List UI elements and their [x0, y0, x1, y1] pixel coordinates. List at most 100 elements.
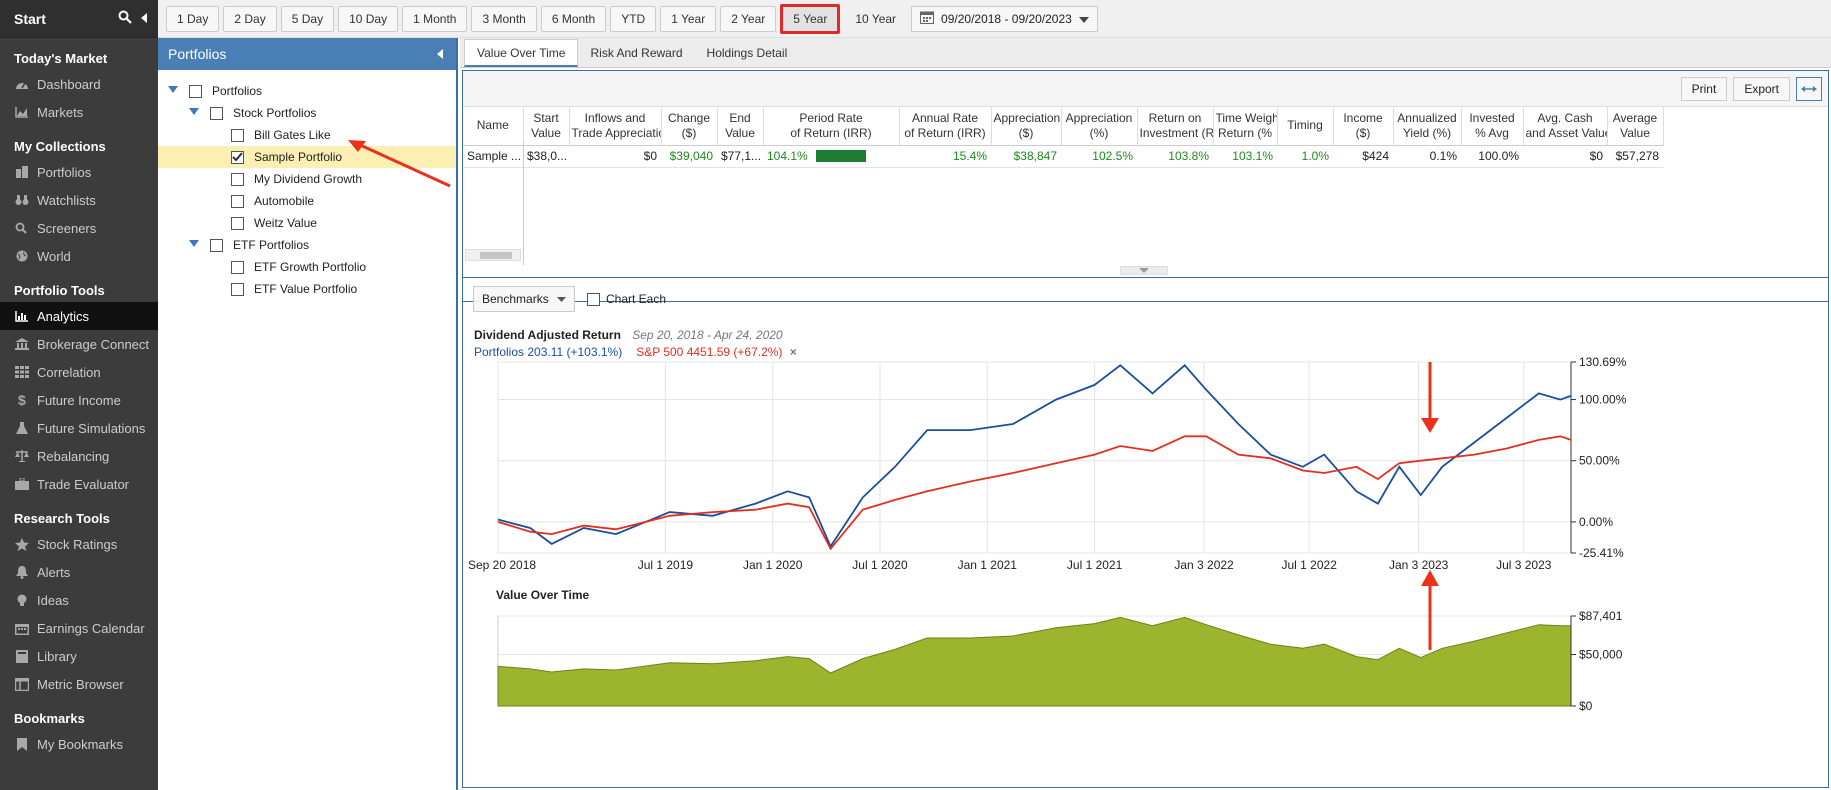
table-cell: $38,847: [991, 145, 1061, 168]
nav-item-portfolios[interactable]: Portfolios: [0, 158, 158, 186]
nav-item-ideas[interactable]: Ideas: [0, 586, 158, 614]
column-header[interactable]: Avg. Cash and Asset Value: [1523, 107, 1608, 146]
tree-item-weitz-value[interactable]: Weitz Value: [158, 212, 456, 234]
nav-item-world[interactable]: World: [0, 242, 158, 270]
column-header[interactable]: Appreciation (%): [1061, 107, 1138, 146]
tree-item-stock-portfolios[interactable]: Stock Portfolios: [158, 102, 456, 124]
y-tick-label: 130.69%: [1579, 355, 1627, 369]
column-header-line: Yield (%): [1402, 125, 1452, 140]
export-button[interactable]: Export: [1733, 76, 1790, 101]
nav-item-library[interactable]: Library: [0, 642, 158, 670]
nav-item-future-simulations[interactable]: Future Simulations: [0, 414, 158, 442]
range-button-1-year[interactable]: 1 Year: [660, 5, 717, 32]
tab-holdings-detail[interactable]: Holdings Detail: [695, 39, 800, 67]
column-header[interactable]: Average Value: [1607, 107, 1664, 146]
range-button-10-year[interactable]: 10 Year: [844, 6, 907, 32]
nav-item-earnings-calendar[interactable]: Earnings Calendar: [0, 614, 158, 642]
column-header[interactable]: Annual Rate of Return (IRR): [899, 107, 992, 146]
table-cell: 104.1%: [763, 145, 899, 168]
tree-checkbox[interactable]: [210, 238, 223, 252]
collapse-left-icon[interactable]: [140, 12, 148, 26]
column-header[interactable]: Invested% Avg: [1461, 107, 1524, 146]
tree-item-etf-growth-portfolio[interactable]: ETF Growth Portfolio: [158, 256, 456, 278]
column-header-line: Start: [533, 110, 559, 125]
buildings-icon: [14, 165, 30, 179]
range-button-10-day[interactable]: 10 Day: [338, 5, 399, 32]
tree-checkbox[interactable]: [231, 128, 244, 142]
nav-item-alerts[interactable]: Alerts: [0, 558, 158, 586]
expand-triangle-icon[interactable]: [189, 108, 199, 118]
x-tick-label: Jul 1 2022: [1281, 558, 1337, 572]
nav-item-metric-browser[interactable]: Metric Browser: [0, 670, 158, 698]
column-header-line: Avg. Cash: [1537, 110, 1593, 125]
tree-item-portfolios[interactable]: Portfolios: [158, 80, 456, 102]
tree-checkbox[interactable]: [231, 172, 244, 186]
print-button[interactable]: Print: [1680, 76, 1728, 101]
tab-value-over-time[interactable]: Value Over Time: [464, 39, 579, 67]
column-header[interactable]: Timing: [1277, 107, 1334, 146]
nav-item-my-bookmarks[interactable]: My Bookmarks: [0, 730, 158, 758]
collapse-panel-icon[interactable]: [436, 46, 444, 62]
tree-checkbox[interactable]: [231, 150, 244, 164]
nav-item-trade-evaluator[interactable]: Trade Evaluator: [0, 470, 158, 498]
nav-item-brokerage-connect[interactable]: Brokerage Connect: [0, 330, 158, 358]
nav-item-stock-ratings[interactable]: Stock Ratings: [0, 530, 158, 558]
tree-checkbox[interactable]: [189, 84, 202, 98]
tree-item-label: Portfolios: [212, 84, 263, 98]
column-header[interactable]: Inflows andTrade Appreciation: [569, 107, 662, 146]
table-row[interactable]: Sample ... $38,0... $0 $39,040 $77,1... 104.1…: [463, 145, 1663, 168]
x-tick-label: Jul 1 2020: [852, 558, 908, 572]
search-icon[interactable]: [118, 10, 132, 27]
range-button-5-day[interactable]: 5 Day: [280, 5, 335, 32]
nav-item-watchlists[interactable]: Watchlists: [0, 186, 158, 214]
range-button-1-day[interactable]: 1 Day: [166, 5, 220, 32]
tree-checkbox[interactable]: [210, 106, 223, 120]
range-button-ytd[interactable]: YTD: [610, 5, 657, 32]
column-header[interactable]: Time Weigh Return (%: [1213, 107, 1278, 146]
nav-item-dashboard[interactable]: Dashboard: [0, 70, 158, 98]
bar-chart-icon: [14, 309, 30, 323]
tree-checkbox[interactable]: [231, 260, 244, 274]
tree-checkbox[interactable]: [231, 282, 244, 296]
column-header[interactable]: Change ($): [661, 107, 718, 146]
start-label[interactable]: Start: [14, 11, 118, 27]
value-y-tick-label: $0: [1579, 699, 1593, 712]
nav-item-future-income[interactable]: $ Future Income: [0, 386, 158, 414]
nav-item-analytics[interactable]: Analytics: [0, 302, 158, 330]
nav-item-markets[interactable]: Markets: [0, 98, 158, 126]
column-header[interactable]: Period Rate of Return (IRR): [763, 107, 900, 146]
column-header[interactable]: Income ($): [1333, 107, 1394, 146]
column-header[interactable]: Return on Investment (R: [1137, 107, 1214, 146]
column-header[interactable]: Name: [463, 107, 524, 146]
nav-item-screeners[interactable]: Screeners: [0, 214, 158, 242]
nav-item-rebalancing[interactable]: Rebalancing: [0, 442, 158, 470]
column-header[interactable]: Annualized Yield (%): [1393, 107, 1462, 146]
range-button-3-month[interactable]: 3 Month: [471, 5, 537, 32]
nav-item-correlation[interactable]: Correlation: [0, 358, 158, 386]
range-button-6-month[interactable]: 6 Month: [540, 5, 607, 32]
tree-item-etf-value-portfolio[interactable]: ETF Value Portfolio: [158, 278, 456, 300]
tree-item-label: ETF Growth Portfolio: [254, 260, 367, 274]
table-cell: $38,0...: [523, 145, 569, 168]
range-button-2-day[interactable]: 2 Day: [223, 5, 277, 32]
expand-triangle-icon[interactable]: [189, 240, 199, 250]
column-header-line: Income: [1343, 110, 1383, 125]
column-header[interactable]: Appreciation ($): [991, 107, 1062, 146]
tree-checkbox[interactable]: [231, 194, 244, 208]
nav-item-label: Watchlists: [37, 192, 96, 208]
column-header[interactable]: Start Value: [523, 107, 570, 146]
tree-checkbox[interactable]: [231, 216, 244, 230]
value-y-tick-label: $50,000: [1579, 648, 1623, 662]
column-header-line: Return on: [1148, 110, 1202, 125]
splitter-handle[interactable]: [1120, 266, 1168, 275]
date-range-picker[interactable]: 09/20/2018 - 09/20/2023: [911, 5, 1098, 32]
horizontal-scrollbar[interactable]: [465, 249, 521, 261]
expand-width-icon[interactable]: [1796, 76, 1822, 101]
range-button-1-month[interactable]: 1 Month: [402, 5, 468, 32]
range-button-5-year[interactable]: 5 Year: [780, 3, 841, 34]
expand-triangle-icon[interactable]: [168, 86, 178, 96]
range-button-2-year[interactable]: 2 Year: [720, 5, 777, 32]
tab-risk-and-reward[interactable]: Risk And Reward: [578, 39, 694, 67]
column-header[interactable]: End Value: [717, 107, 764, 146]
tree-item-etf-portfolios[interactable]: ETF Portfolios: [158, 234, 456, 256]
